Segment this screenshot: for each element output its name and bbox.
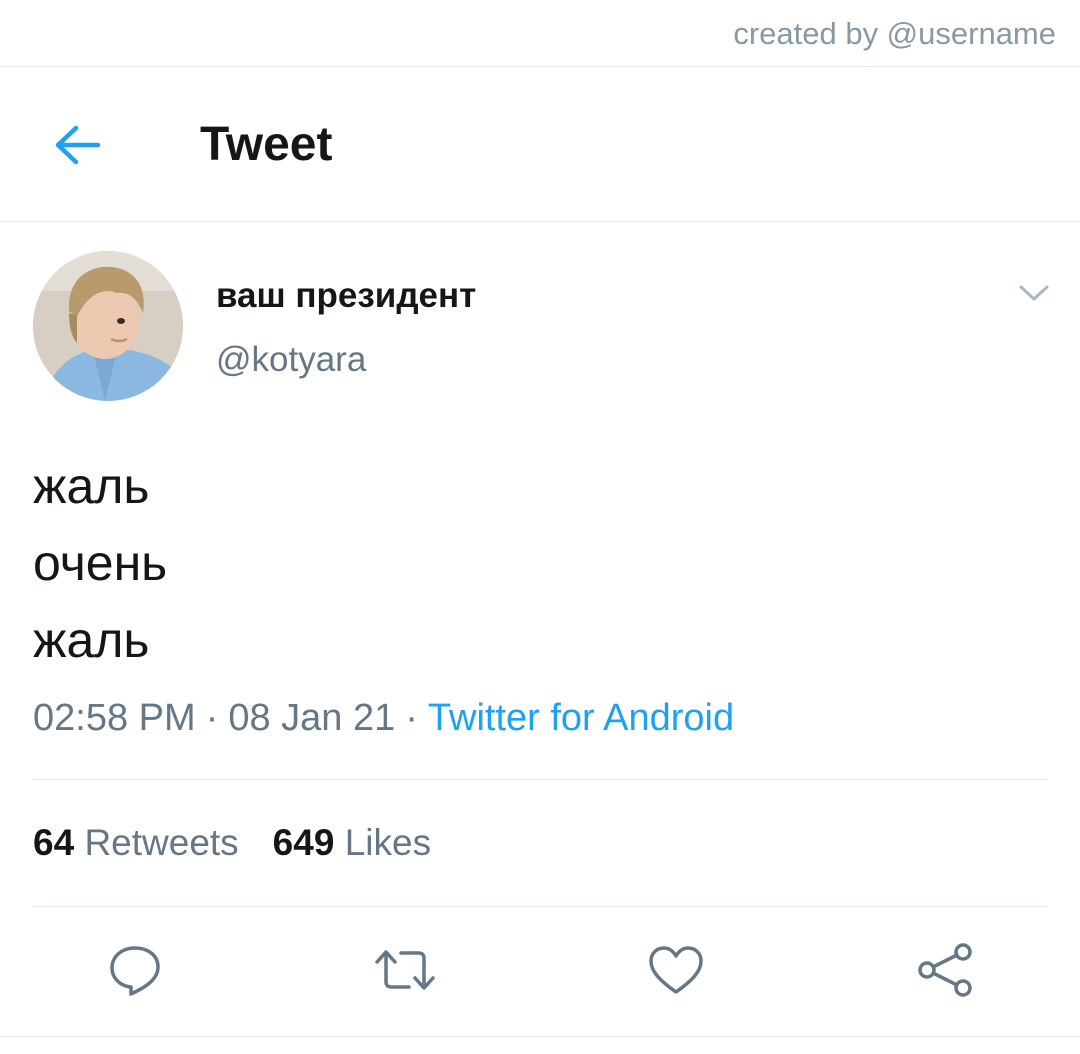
page-title: Tweet (200, 118, 333, 171)
tweet-date: 08 Jan 21 (228, 697, 396, 739)
retweets-stat[interactable]: 64 Retweets (33, 822, 239, 863)
tweet-meta: 02:58 PM · 08 Jan 21 · Twitter for Android (33, 697, 734, 740)
chevron-down-icon (1019, 285, 1049, 301)
tweet-source-link[interactable]: Twitter for Android (428, 697, 734, 739)
avatar-image (33, 251, 183, 401)
tweet-stats: 64 Retweets 649 Likes (33, 822, 431, 864)
author-display-name[interactable]: ваш президент (216, 276, 476, 316)
tweet-menu-button[interactable] (1012, 276, 1056, 310)
divider (33, 906, 1047, 907)
retweets-label: Retweets (84, 822, 239, 863)
share-button[interactable] (913, 938, 977, 1002)
tweet-text-line: очень (33, 535, 168, 591)
arrow-left-icon (55, 125, 101, 165)
like-icon (649, 946, 703, 994)
meta-separator: · (405, 697, 418, 739)
avatar[interactable] (33, 251, 183, 401)
like-button[interactable] (644, 938, 708, 1002)
tweet-text: жаль очень жаль (33, 448, 167, 679)
tweet-time: 02:58 PM (33, 697, 196, 739)
retweets-count: 64 (33, 822, 75, 863)
tweet-text-line: жаль (33, 612, 150, 668)
credit-bar: created by @username (0, 0, 1080, 67)
tweet-text-line: жаль (33, 458, 150, 514)
reply-icon (110, 946, 160, 996)
top-app-bar: Tweet (0, 67, 1080, 222)
credit-text: created by @username (733, 16, 1056, 51)
likes-stat[interactable]: 649 Likes (273, 822, 431, 863)
retweet-button[interactable] (373, 938, 437, 1002)
share-icon (918, 943, 972, 997)
reply-button[interactable] (103, 938, 167, 1002)
retweet-icon (375, 950, 435, 990)
meta-separator: · (205, 697, 219, 739)
author-handle[interactable]: @kotyara (216, 340, 366, 380)
likes-label: Likes (344, 822, 432, 863)
divider (33, 779, 1047, 780)
likes-count: 649 (272, 822, 335, 863)
bottom-divider (0, 1036, 1080, 1037)
back-button[interactable] (48, 119, 106, 171)
